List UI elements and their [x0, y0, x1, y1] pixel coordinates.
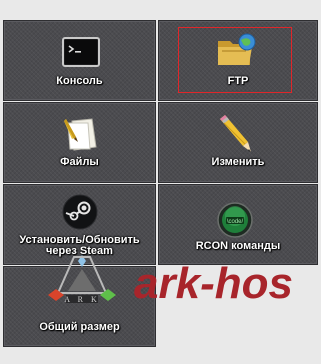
edit-tile[interactable]: Изменить	[158, 102, 318, 183]
watermark-text: ark-hos	[134, 259, 293, 308]
rcon-icon: \code/	[217, 202, 253, 238]
files-tile[interactable]: Файлы	[3, 102, 156, 183]
rcon-tile[interactable]: \code/ RCON команды	[158, 184, 318, 265]
svg-text:\code/: \code/	[227, 219, 244, 225]
terminal-icon	[62, 37, 100, 67]
files-icon	[64, 118, 97, 151]
console-label: Консоль	[56, 75, 103, 87]
console-tile[interactable]: Консоль	[3, 20, 156, 101]
pencil-icon	[220, 115, 251, 152]
files-label: Файлы	[60, 156, 99, 168]
ark-logo-icon: A R K	[48, 255, 116, 304]
control-panel: Консоль FTP Файлы Изменить Установить/Об…	[0, 0, 321, 364]
rcon-label: RCON команды	[195, 240, 281, 252]
edit-label: Изменить	[211, 156, 265, 168]
ftp-tile[interactable]: FTP	[158, 20, 318, 101]
ftp-folder-icon	[218, 33, 256, 65]
size-label: Общий размер	[39, 321, 120, 333]
svg-text:A R K: A R K	[64, 295, 99, 304]
steam-icon	[62, 194, 98, 230]
ftp-label: FTP	[227, 75, 249, 87]
